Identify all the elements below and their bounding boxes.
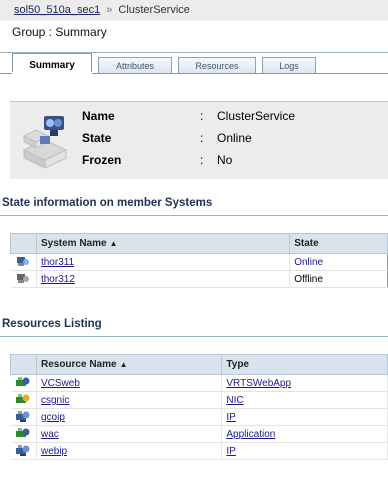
sort-ascending-icon: ▲ <box>109 239 118 248</box>
resource-type-link[interactable]: Application <box>226 429 275 440</box>
resource-type-link[interactable]: IP <box>226 446 235 457</box>
resource-online-icon <box>10 374 37 392</box>
system-link-thor312[interactable]: thor312 <box>41 274 75 285</box>
resource-type-link[interactable]: IP <box>226 412 235 423</box>
resource-link-vcsweb[interactable]: VCSweb <box>41 378 80 389</box>
prop-value-name: ClusterService <box>217 109 296 123</box>
resource-online-icon <box>10 425 37 443</box>
table-row: wac Application <box>10 425 388 443</box>
resources-table: Resource Name ▲ Type VCSweb VRTSWebApp cs… <box>10 354 388 460</box>
prop-frozen-row: Frozen : No <box>82 153 233 167</box>
resource-name-header[interactable]: Resource Name ▲ <box>35 354 223 375</box>
tab-resources[interactable]: Resources <box>178 57 256 73</box>
prop-value-state: Online <box>217 131 252 145</box>
breadcrumb-cluster-link[interactable]: sol50_510a_sec1 <box>14 4 100 16</box>
system-link-thor311[interactable]: thor311 <box>41 257 74 268</box>
breadcrumb: sol50_510a_sec1 » ClusterService <box>0 0 388 21</box>
table-row: csgnic NIC <box>10 391 388 409</box>
system-state: Offline <box>289 270 388 288</box>
resource-online-icon <box>10 391 37 409</box>
type-header[interactable]: Type <box>221 354 388 375</box>
table-row: VCSweb VRTSWebApp <box>10 374 388 392</box>
table-row: thor312 Offline <box>10 270 388 288</box>
systems-section-title: State information on member Systems <box>2 197 213 209</box>
resource-type-link[interactable]: VRTSWebApp <box>226 378 291 389</box>
state-header[interactable]: State <box>289 233 388 254</box>
resource-link-webip[interactable]: webip <box>41 446 67 457</box>
systems-table: System Name ▲ State thor311 Online thor31… <box>10 233 388 288</box>
page-title: Group : Summary <box>0 21 388 53</box>
resources-section-title: Resources Listing <box>2 318 102 330</box>
sort-ascending-icon: ▲ <box>119 360 128 369</box>
prop-value-frozen: No <box>217 153 233 167</box>
table-row: thor311 Online <box>10 253 388 271</box>
table-row: gcoip IP <box>10 408 388 426</box>
system-online-icon <box>10 253 37 271</box>
prop-state-row: State : Online <box>82 131 252 145</box>
prop-label-state: State <box>82 131 112 145</box>
resource-partial-icon <box>10 408 37 426</box>
resource-link-csgnic[interactable]: csgnic <box>41 395 69 406</box>
tab-bar: Summary Attributes Resources Logs <box>0 53 388 74</box>
prop-label-frozen: Frozen <box>82 153 122 167</box>
summary-panel: Name : ClusterService State : Online Fro… <box>10 101 388 179</box>
resource-partial-icon <box>10 442 37 460</box>
resource-type-link[interactable]: NIC <box>226 395 243 406</box>
system-state: Online <box>289 253 388 271</box>
system-offline-icon <box>10 270 37 288</box>
service-group-icon <box>22 116 68 169</box>
breadcrumb-current: ClusterService <box>118 4 190 16</box>
tab-attributes[interactable]: Attributes <box>98 57 172 73</box>
resource-link-gcoip[interactable]: gcoip <box>41 412 65 423</box>
resource-link-wac[interactable]: wac <box>41 429 59 440</box>
prop-label-name: Name <box>82 109 115 123</box>
tab-logs[interactable]: Logs <box>262 57 316 73</box>
table-row: webip IP <box>10 442 388 460</box>
tab-summary[interactable]: Summary <box>12 53 92 74</box>
prop-name-row: Name : ClusterService <box>82 109 296 123</box>
system-name-header[interactable]: System Name ▲ <box>35 233 291 254</box>
breadcrumb-separator: » <box>106 4 113 16</box>
